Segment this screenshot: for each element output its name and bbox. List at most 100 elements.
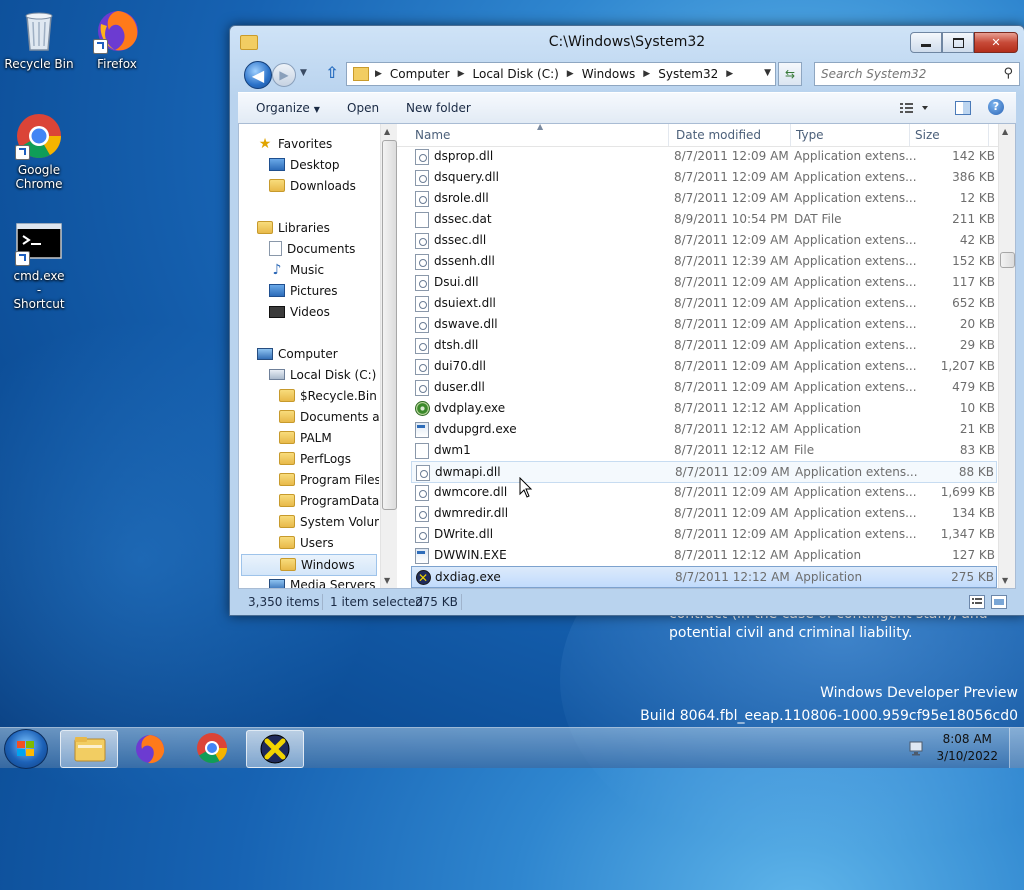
- organize-menu[interactable]: Organize ▼: [256, 101, 320, 115]
- file-row[interactable]: dsquery.dll 8/7/2011 12:09 AM Application …: [411, 167, 997, 187]
- help-button[interactable]: ?: [988, 99, 1004, 115]
- nav-videos[interactable]: Videos: [269, 302, 330, 322]
- taskbar-dxdiag-button[interactable]: [246, 730, 304, 768]
- scroll-down-icon[interactable]: ▼: [384, 576, 390, 585]
- file-row[interactable]: dssenh.dll 8/7/2011 12:39 AM Application e…: [411, 251, 997, 271]
- scroll-up-icon[interactable]: ▲: [384, 127, 390, 136]
- refresh-button[interactable]: ⇆: [778, 62, 802, 86]
- file-row[interactable]: dwmcore.dll 8/7/2011 12:09 AM Application …: [411, 482, 997, 502]
- column-type[interactable]: Type: [796, 128, 824, 142]
- nav-computer[interactable]: Computer: [257, 344, 338, 364]
- recent-pages-dropdown[interactable]: ▼: [300, 68, 307, 78]
- file-date-modified: 8/7/2011 12:12 AM: [674, 422, 789, 436]
- breadcrumb-chevron-icon[interactable]: ▶: [375, 69, 382, 79]
- file-row[interactable]: duser.dll 8/7/2011 12:09 AM Application ex…: [411, 377, 997, 397]
- nav-folder[interactable]: PALM: [279, 428, 332, 448]
- taskbar-firefox-button[interactable]: [122, 730, 178, 766]
- nav-favorites[interactable]: ★ Favorites: [257, 134, 333, 154]
- file-row[interactable]: dvdplay.exe 8/7/2011 12:12 AM Application 1…: [411, 398, 997, 418]
- nav-folder[interactable]: ProgramData: [279, 491, 379, 511]
- explorer-window[interactable]: C:\Windows\System32 ✕ ◀ ▶ ▼ ⇧ ▶ Computer…: [229, 25, 1024, 616]
- breadcrumb-computer[interactable]: Computer: [390, 67, 450, 81]
- maximize-button[interactable]: [942, 32, 974, 53]
- file-row[interactable]: DWrite.dll 8/7/2011 12:09 AM Application e…: [411, 524, 997, 544]
- network-icon[interactable]: [908, 739, 926, 757]
- nav-desktop[interactable]: Desktop: [269, 155, 340, 175]
- breadcrumb-chevron-icon[interactable]: ▶: [643, 69, 650, 79]
- file-type: DAT File: [794, 212, 842, 226]
- up-folder-button[interactable]: ⇧: [322, 63, 342, 83]
- desktop-icon-cmd-shortcut[interactable]: cmd.exe - Shortcut: [0, 218, 78, 311]
- nav-folder[interactable]: Documents and Settings: [279, 407, 379, 427]
- file-row[interactable]: dwmredir.dll 8/7/2011 12:09 AM Application…: [411, 503, 997, 523]
- file-row[interactable]: dssec.dll 8/7/2011 12:09 AM Application ex…: [411, 230, 997, 250]
- details-view-icon[interactable]: [968, 594, 986, 610]
- large-icons-view-icon[interactable]: [990, 594, 1008, 610]
- file-row[interactable]: dvdupgrd.exe 8/7/2011 12:12 AM Application…: [411, 419, 997, 439]
- breadcrumb-local-disk[interactable]: Local Disk (C:): [473, 67, 559, 81]
- file-row[interactable]: DWWIN.EXE 8/7/2011 12:12 AM Application 127…: [411, 545, 997, 565]
- open-button[interactable]: Open: [347, 101, 379, 115]
- file-row[interactable]: dsrole.dll 8/7/2011 12:09 AM Application e…: [411, 188, 997, 208]
- nav-folder[interactable]: PerfLogs: [279, 449, 351, 469]
- taskbar-chrome-button[interactable]: [184, 730, 240, 766]
- column-size[interactable]: Size: [915, 128, 940, 142]
- nav-local-disk[interactable]: Local Disk (C:): [269, 365, 376, 385]
- file-row[interactable]: dui70.dll 8/7/2011 12:09 AM Application ex…: [411, 356, 997, 376]
- breadcrumb-chevron-icon[interactable]: ▶: [458, 69, 465, 79]
- nav-folder[interactable]: $Recycle.Bin: [279, 386, 377, 406]
- file-row[interactable]: dssec.dat 8/9/2011 10:54 PM DAT File 211 KB: [411, 209, 997, 229]
- file-row[interactable]: dsprop.dll 8/7/2011 12:09 AM Application e…: [411, 146, 997, 166]
- breadcrumb-chevron-icon[interactable]: ▶: [726, 69, 733, 79]
- nav-folder[interactable]: Users: [279, 533, 334, 553]
- breadcrumb-system32[interactable]: System32: [658, 67, 718, 81]
- desktop-icon-firefox[interactable]: Firefox: [78, 6, 156, 71]
- column-date-modified[interactable]: Date modified: [676, 128, 761, 142]
- nav-folder[interactable]: System Volume Information: [279, 512, 379, 532]
- nav-documents[interactable]: Documents: [269, 239, 355, 259]
- file-row[interactable]: dsuiext.dll 8/7/2011 12:09 AM Application …: [411, 293, 997, 313]
- nav-folder-windows[interactable]: Windows: [241, 554, 377, 576]
- taskbar-explorer-button[interactable]: [60, 730, 118, 768]
- start-button[interactable]: [4, 729, 48, 769]
- file-row[interactable]: dwm1 8/7/2011 12:12 AM File 83 KB: [411, 440, 997, 460]
- address-dropdown-icon[interactable]: ▼: [764, 68, 771, 78]
- desktop-icon-recycle-bin[interactable]: Recycle Bin: [0, 6, 78, 71]
- scroll-down-icon[interactable]: ▼: [1002, 576, 1008, 585]
- nav-label: Desktop: [290, 158, 340, 172]
- file-row[interactable]: dxdiag.exe 8/7/2011 12:12 AM Application 27…: [411, 566, 997, 588]
- file-list-scrollbar[interactable]: ▲ ▼: [998, 124, 1015, 588]
- back-button[interactable]: ◀: [244, 61, 272, 89]
- desktop-icon-chrome[interactable]: Google Chrome: [0, 112, 78, 191]
- nav-media-servers[interactable]: Media Servers: [269, 575, 375, 588]
- nav-pictures[interactable]: Pictures: [269, 281, 338, 301]
- file-row[interactable]: Dsui.dll 8/7/2011 12:09 AM Application ext…: [411, 272, 997, 292]
- search-box[interactable]: ⚲: [814, 62, 1020, 86]
- clock[interactable]: 8:08 AM 3/10/2022: [936, 731, 998, 765]
- show-desktop-button[interactable]: [1009, 728, 1024, 768]
- file-row[interactable]: dswave.dll 8/7/2011 12:09 AM Application e…: [411, 314, 997, 334]
- breadcrumb-chevron-icon[interactable]: ▶: [567, 69, 574, 79]
- nav-folder[interactable]: Program Files: [279, 470, 379, 490]
- nav-libraries[interactable]: Libraries: [257, 218, 330, 238]
- column-name[interactable]: Name: [415, 128, 450, 142]
- navigation-scrollbar[interactable]: ▲ ▼: [380, 124, 397, 588]
- file-row[interactable]: dwmapi.dll 8/7/2011 12:09 AM Application e…: [411, 461, 997, 483]
- scrollbar-thumb[interactable]: [382, 140, 397, 510]
- scroll-up-icon[interactable]: ▲: [1002, 127, 1008, 136]
- nav-downloads[interactable]: Downloads: [269, 176, 356, 196]
- minimize-button[interactable]: [910, 32, 942, 53]
- breadcrumb-windows[interactable]: Windows: [582, 67, 636, 81]
- change-view-button[interactable]: [898, 99, 928, 117]
- window-title: C:\Windows\System32: [548, 34, 706, 50]
- scrollbar-thumb[interactable]: [1000, 252, 1015, 268]
- nav-music[interactable]: ♪ Music: [269, 260, 325, 280]
- preview-pane-button[interactable]: [954, 99, 974, 117]
- address-bar[interactable]: ▶ Computer ▶ Local Disk (C:) ▶ Windows ▶…: [346, 62, 776, 86]
- forward-button[interactable]: ▶: [272, 63, 296, 87]
- close-button[interactable]: ✕: [974, 32, 1018, 53]
- search-input[interactable]: [815, 66, 993, 82]
- new-folder-button[interactable]: New folder: [406, 101, 471, 115]
- file-type: Application extens...: [794, 149, 917, 163]
- file-row[interactable]: dtsh.dll 8/7/2011 12:09 AM Application ext…: [411, 335, 997, 355]
